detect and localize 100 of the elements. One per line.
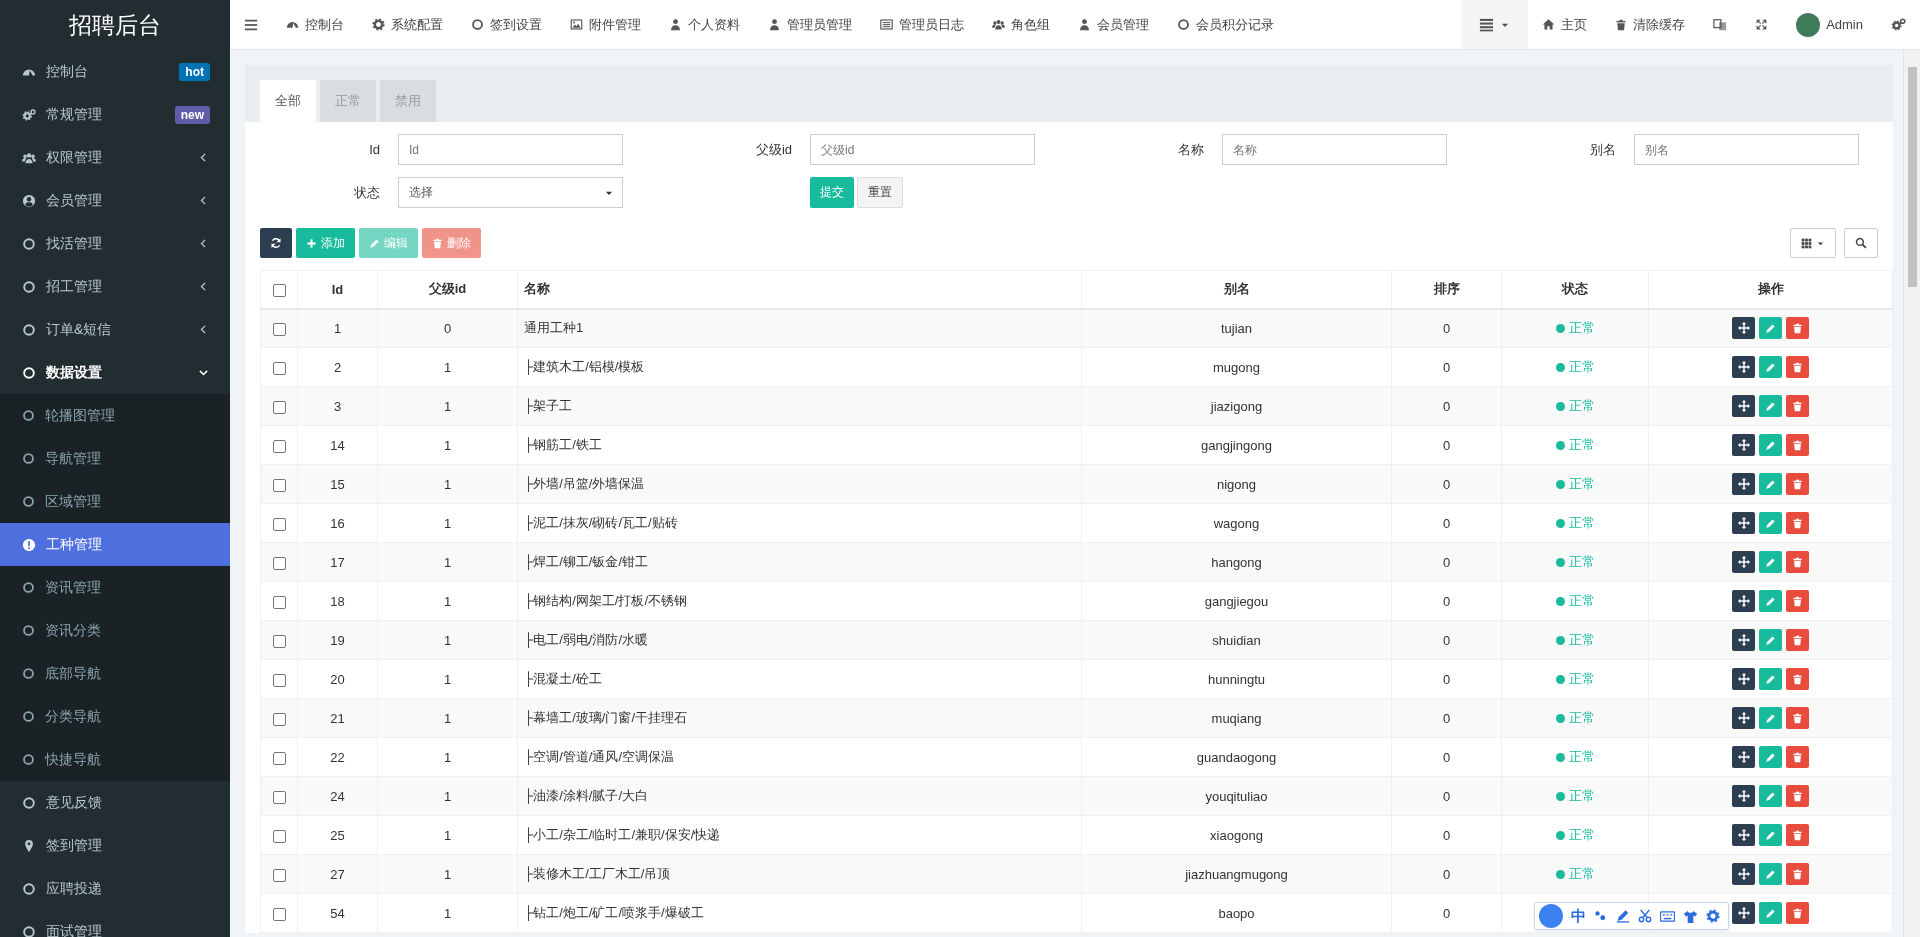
refresh-button[interactable] bbox=[260, 228, 292, 258]
sidebar-item[interactable]: 轮播图管理 bbox=[0, 394, 230, 437]
drag-button[interactable] bbox=[1732, 551, 1755, 573]
row-checkbox[interactable] bbox=[272, 517, 286, 531]
scrollbar[interactable] bbox=[1903, 50, 1920, 937]
sidebar-item[interactable]: 面试管理 bbox=[0, 910, 230, 937]
row-checkbox[interactable] bbox=[272, 829, 286, 843]
sidebar-item[interactable]: 控制台 hot bbox=[0, 50, 230, 93]
sidebar-item[interactable]: 区域管理 bbox=[0, 480, 230, 523]
input-field[interactable]: 名称 bbox=[1222, 134, 1447, 165]
sidebar-item[interactable]: 会员管理 bbox=[0, 179, 230, 222]
pencil-icon bbox=[1765, 751, 1776, 763]
delete-button[interactable] bbox=[1786, 863, 1809, 885]
row-checkbox[interactable] bbox=[272, 868, 286, 882]
sidebar-item[interactable]: 资讯分类 bbox=[0, 609, 230, 652]
row-checkbox[interactable] bbox=[272, 907, 286, 921]
row-checkbox[interactable] bbox=[272, 595, 286, 609]
delete-button[interactable] bbox=[1786, 668, 1809, 690]
sidebar-item[interactable]: 应聘投递 bbox=[0, 867, 230, 910]
drag-button[interactable] bbox=[1732, 395, 1755, 417]
row-checkbox[interactable] bbox=[272, 361, 286, 375]
sidebar-item[interactable]: 招工管理 bbox=[0, 265, 230, 308]
nav-tab[interactable]: 控制台 bbox=[272, 0, 358, 49]
delete-button[interactable] bbox=[1786, 590, 1809, 612]
delete-button[interactable] bbox=[1786, 785, 1809, 807]
nav-tab[interactable]: 角色组 bbox=[978, 0, 1064, 49]
sidebar-item[interactable]: 资讯管理 bbox=[0, 566, 230, 609]
user-menu[interactable]: Admin bbox=[1782, 0, 1877, 49]
delete-button[interactable] bbox=[1786, 512, 1809, 534]
delete-button[interactable] bbox=[1786, 356, 1809, 378]
sidebar-item[interactable]: 找活管理 bbox=[0, 222, 230, 265]
nav-tab[interactable]: 个人资料 bbox=[655, 0, 754, 49]
drag-button[interactable] bbox=[1732, 863, 1755, 885]
sidebar-item[interactable]: 分类导航 bbox=[0, 695, 230, 738]
sidebar-item[interactable]: 常规管理 new bbox=[0, 93, 230, 136]
sidebar-item[interactable]: 底部导航 bbox=[0, 652, 230, 695]
row-checkbox[interactable] bbox=[272, 400, 286, 414]
select-all-checkbox[interactable] bbox=[272, 283, 286, 297]
drag-button[interactable] bbox=[1732, 707, 1755, 729]
sidebar-item[interactable]: 签到管理 bbox=[0, 824, 230, 867]
search-button[interactable] bbox=[1844, 228, 1878, 258]
drag-button[interactable] bbox=[1732, 434, 1755, 456]
delete-button[interactable] bbox=[1786, 473, 1809, 495]
nav-tab[interactable]: 会员积分记录 bbox=[1163, 0, 1288, 49]
row-checkbox[interactable] bbox=[272, 790, 286, 804]
status-label: 正常 bbox=[1555, 826, 1595, 844]
drag-button[interactable] bbox=[1732, 902, 1755, 924]
nav-tab[interactable]: 系统配置 bbox=[358, 0, 457, 49]
sidebar-item[interactable]: 数据设置 bbox=[0, 351, 230, 394]
row-checkbox[interactable] bbox=[272, 556, 286, 570]
nav-tab[interactable]: 管理员管理 bbox=[754, 0, 866, 49]
delete-button[interactable] bbox=[1786, 395, 1809, 417]
sidebar-item[interactable]: 订单&短信 bbox=[0, 308, 230, 351]
nav-tab[interactable]: 会员管理 bbox=[1064, 0, 1163, 49]
nav-tab[interactable]: 管理员日志 bbox=[866, 0, 978, 49]
columns-button[interactable] bbox=[1790, 228, 1836, 258]
row-checkbox[interactable] bbox=[272, 322, 286, 336]
drag-button[interactable] bbox=[1732, 629, 1755, 651]
filter-tab[interactable]: 全部 bbox=[260, 80, 316, 122]
sidebar-item[interactable]: 权限管理 bbox=[0, 136, 230, 179]
delete-button[interactable] bbox=[1786, 551, 1809, 573]
row-checkbox[interactable] bbox=[272, 712, 286, 726]
row-checkbox[interactable] bbox=[272, 439, 286, 453]
reset-button[interactable]: 重置 bbox=[857, 177, 903, 208]
input-field[interactable]: 父级id bbox=[810, 134, 1035, 165]
delete-button[interactable] bbox=[1786, 317, 1809, 340]
nav-tab[interactable]: 签到设置 bbox=[457, 0, 556, 49]
delete-button[interactable] bbox=[1786, 434, 1809, 456]
drag-button[interactable] bbox=[1732, 785, 1755, 807]
row-checkbox[interactable] bbox=[272, 751, 286, 765]
delete-button[interactable] bbox=[1786, 824, 1809, 846]
drag-button[interactable] bbox=[1732, 746, 1755, 768]
drag-button[interactable] bbox=[1732, 590, 1755, 612]
sidebar-item[interactable]: 导航管理 bbox=[0, 437, 230, 480]
sidebar-item[interactable]: 快捷导航 bbox=[0, 738, 230, 781]
nav-link[interactable]: 清除缓存 bbox=[1601, 0, 1700, 49]
move-icon bbox=[1737, 517, 1750, 529]
delete-button[interactable] bbox=[1786, 902, 1809, 924]
sidebar-item[interactable]: 工种管理 bbox=[0, 523, 230, 566]
input-mode[interactable]: 中 bbox=[1571, 906, 1586, 926]
sidebar-item[interactable]: 意见反馈 bbox=[0, 781, 230, 824]
row-checkbox[interactable] bbox=[272, 478, 286, 492]
drag-button[interactable] bbox=[1732, 317, 1755, 340]
drag-button[interactable] bbox=[1732, 668, 1755, 690]
status-select[interactable]: 选择 bbox=[398, 177, 623, 208]
delete-button[interactable] bbox=[1786, 629, 1809, 651]
nav-dropdown[interactable] bbox=[1461, 0, 1529, 49]
row-checkbox[interactable] bbox=[272, 634, 286, 648]
input-field[interactable]: 别名 bbox=[1634, 134, 1859, 165]
pencil-icon bbox=[1765, 517, 1776, 529]
drag-button[interactable] bbox=[1732, 356, 1755, 378]
nav-tab[interactable]: 附件管理 bbox=[556, 0, 655, 49]
drag-button[interactable] bbox=[1732, 512, 1755, 534]
nav-link[interactable]: 主页 bbox=[1528, 0, 1602, 49]
drag-button[interactable] bbox=[1732, 824, 1755, 846]
input-field[interactable]: Id bbox=[398, 134, 623, 165]
drag-button[interactable] bbox=[1732, 473, 1755, 495]
delete-button[interactable] bbox=[1786, 707, 1809, 729]
delete-button[interactable] bbox=[1786, 746, 1809, 768]
row-checkbox[interactable] bbox=[272, 673, 286, 687]
